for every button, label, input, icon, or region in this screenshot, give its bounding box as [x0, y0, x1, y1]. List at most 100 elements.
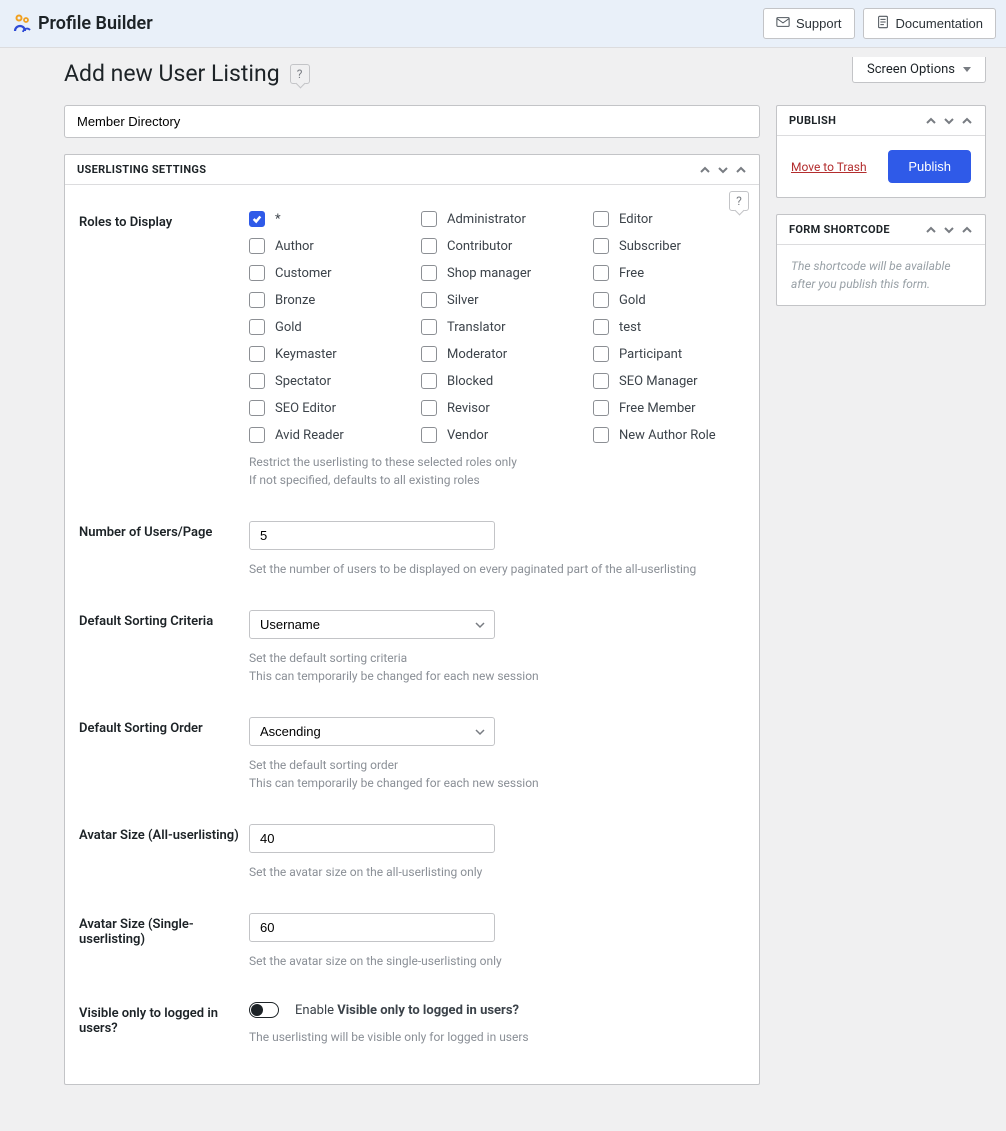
- move-down-icon[interactable]: [717, 164, 729, 176]
- role-checkbox[interactable]: Vendor: [421, 427, 573, 443]
- userlisting-settings-box: USERLISTING SETTINGS ? Roles to Display …: [64, 154, 760, 1085]
- roles-label: Roles to Display: [79, 197, 249, 507]
- visible-desc: The userlisting will be visible only for…: [249, 1028, 745, 1046]
- checkbox-icon[interactable]: [249, 211, 265, 227]
- checkbox-icon[interactable]: [593, 265, 609, 281]
- support-label: Support: [796, 16, 842, 31]
- role-checkbox[interactable]: Silver: [421, 292, 573, 308]
- role-checkbox[interactable]: Author: [249, 238, 401, 254]
- checkbox-icon[interactable]: [593, 400, 609, 416]
- checkbox-icon[interactable]: [421, 238, 437, 254]
- role-checkbox[interactable]: Spectator: [249, 373, 401, 389]
- role-checkbox[interactable]: Editor: [593, 211, 745, 227]
- help-icon[interactable]: ?: [290, 64, 310, 84]
- sorting-criteria-desc-2: This can temporarily be changed for each…: [249, 667, 745, 685]
- help-icon[interactable]: ?: [729, 191, 749, 211]
- role-checkbox[interactable]: Customer: [249, 265, 401, 281]
- role-checkbox[interactable]: Gold: [593, 292, 745, 308]
- role-checkbox[interactable]: Avid Reader: [249, 427, 401, 443]
- role-checkbox[interactable]: Contributor: [421, 238, 573, 254]
- role-checkbox[interactable]: Free Member: [593, 400, 745, 416]
- screen-options-button[interactable]: Screen Options: [852, 57, 986, 83]
- role-checkbox[interactable]: test: [593, 319, 745, 335]
- role-checkbox[interactable]: Participant: [593, 346, 745, 362]
- move-up-icon[interactable]: [699, 164, 711, 176]
- sorting-criteria-label: Default Sorting Criteria: [79, 596, 249, 703]
- role-checkbox[interactable]: Free: [593, 265, 745, 281]
- avatar-single-desc: Set the avatar size on the single-userli…: [249, 952, 745, 970]
- role-checkbox[interactable]: Moderator: [421, 346, 573, 362]
- role-label: Spectator: [275, 374, 331, 389]
- move-down-icon[interactable]: [943, 115, 955, 127]
- checkbox-icon[interactable]: [593, 427, 609, 443]
- checkbox-icon[interactable]: [593, 292, 609, 308]
- move-up-icon[interactable]: [925, 115, 937, 127]
- role-checkbox[interactable]: Subscriber: [593, 238, 745, 254]
- checkbox-icon[interactable]: [249, 373, 265, 389]
- role-checkbox[interactable]: New Author Role: [593, 427, 745, 443]
- checkbox-icon[interactable]: [421, 373, 437, 389]
- checkbox-icon[interactable]: [249, 292, 265, 308]
- screen-options-label: Screen Options: [867, 62, 955, 77]
- checkbox-icon[interactable]: [249, 346, 265, 362]
- move-to-trash-link[interactable]: Move to Trash: [791, 160, 867, 174]
- role-checkbox[interactable]: Bronze: [249, 292, 401, 308]
- visible-toggle-label: Enable Visible only to logged in users?: [295, 1003, 519, 1018]
- avatar-single-label: Avatar Size (Single-userlisting): [79, 899, 249, 988]
- toggle-panel-icon[interactable]: [961, 224, 973, 236]
- checkbox-icon[interactable]: [249, 400, 265, 416]
- role-checkbox[interactable]: Translator: [421, 319, 573, 335]
- checkbox-icon[interactable]: [249, 427, 265, 443]
- checkbox-icon[interactable]: [593, 373, 609, 389]
- role-checkbox[interactable]: *: [249, 211, 401, 227]
- checkbox-icon[interactable]: [421, 292, 437, 308]
- avatar-single-input[interactable]: [249, 913, 495, 942]
- role-checkbox[interactable]: Blocked: [421, 373, 573, 389]
- users-per-page-input[interactable]: [249, 521, 495, 550]
- publish-button[interactable]: Publish: [888, 150, 971, 183]
- checkbox-icon[interactable]: [421, 400, 437, 416]
- checkbox-icon[interactable]: [249, 238, 265, 254]
- role-checkbox[interactable]: SEO Manager: [593, 373, 745, 389]
- support-button[interactable]: Support: [763, 8, 855, 39]
- checkbox-icon[interactable]: [249, 265, 265, 281]
- checkbox-icon[interactable]: [421, 427, 437, 443]
- checkbox-icon[interactable]: [593, 211, 609, 227]
- checkbox-icon[interactable]: [593, 238, 609, 254]
- role-label: Author: [275, 239, 314, 254]
- role-checkbox[interactable]: Keymaster: [249, 346, 401, 362]
- role-checkbox[interactable]: Gold: [249, 319, 401, 335]
- role-checkbox[interactable]: SEO Editor: [249, 400, 401, 416]
- roles-desc-1: Restrict the userlisting to these select…: [249, 453, 745, 471]
- role-checkbox[interactable]: Shop manager: [421, 265, 573, 281]
- role-label: test: [619, 320, 641, 335]
- visible-toggle[interactable]: [249, 1002, 279, 1018]
- checkbox-icon[interactable]: [421, 211, 437, 227]
- role-label: SEO Manager: [619, 374, 698, 389]
- checkbox-icon[interactable]: [421, 265, 437, 281]
- form-shortcode-box: FORM SHORTCODE The shortcode will be ava…: [776, 214, 986, 306]
- sorting-order-desc-1: Set the default sorting order: [249, 756, 745, 774]
- move-down-icon[interactable]: [943, 224, 955, 236]
- title-input[interactable]: [64, 105, 760, 138]
- checkbox-icon[interactable]: [593, 346, 609, 362]
- sorting-order-select[interactable]: Ascending: [249, 717, 495, 746]
- sorting-criteria-select[interactable]: Username: [249, 610, 495, 639]
- role-checkbox[interactable]: Administrator: [421, 211, 573, 227]
- role-checkbox[interactable]: Revisor: [421, 400, 573, 416]
- checkbox-icon[interactable]: [249, 319, 265, 335]
- move-up-icon[interactable]: [925, 224, 937, 236]
- roles-desc-2: If not specified, defaults to all existi…: [249, 471, 745, 489]
- avatar-all-input[interactable]: [249, 824, 495, 853]
- brand-logo-icon: [10, 13, 32, 35]
- checkbox-icon[interactable]: [421, 346, 437, 362]
- toggle-panel-icon[interactable]: [961, 115, 973, 127]
- sorting-order-label: Default Sorting Order: [79, 703, 249, 810]
- checkbox-icon[interactable]: [421, 319, 437, 335]
- users-per-page-label: Number of Users/Page: [79, 507, 249, 596]
- toggle-panel-icon[interactable]: [735, 164, 747, 176]
- checkbox-icon[interactable]: [593, 319, 609, 335]
- sorting-order-desc-2: This can temporarily be changed for each…: [249, 774, 745, 792]
- role-label: SEO Editor: [275, 401, 336, 416]
- documentation-button[interactable]: Documentation: [863, 8, 996, 39]
